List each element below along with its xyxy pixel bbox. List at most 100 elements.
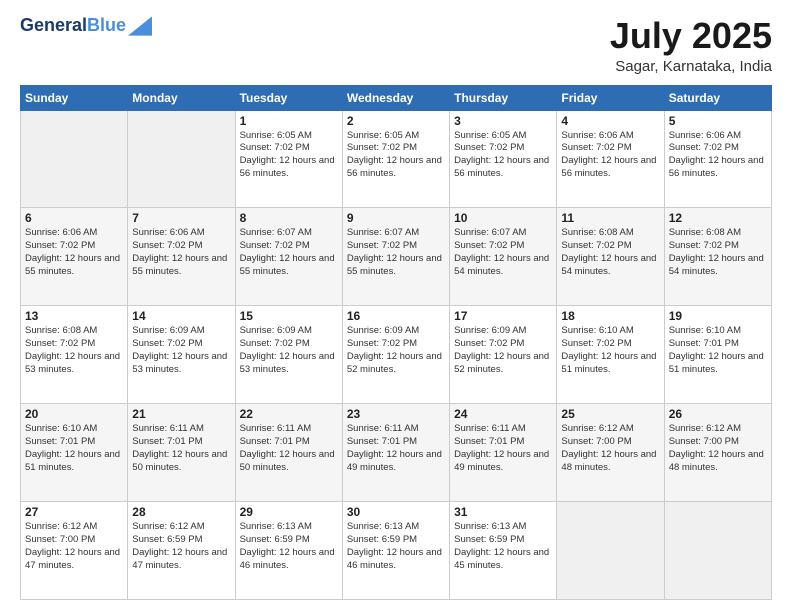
calendar-cell: 14 Sunrise: 6:09 AM Sunset: 7:02 PM Dayli… [128,306,235,404]
day-number: 16 [347,309,445,323]
title-block: July 2025 Sagar, Karnataka, India [610,16,772,75]
calendar-week-row: 20Sunrise: 6:10 AM Sunset: 7:01 PM Dayli… [21,404,772,502]
weekday-header: Saturday [664,85,771,110]
day-number: 5 [669,114,767,128]
page: GeneralBlue July 2025 Sagar, Karnataka, … [0,0,792,612]
calendar-cell: 7 Sunrise: 6:06 AM Sunset: 7:02 PM Daylig… [128,208,235,306]
day-number: 24 [454,407,552,421]
day-number: 25 [561,407,659,421]
weekday-header: Monday [128,85,235,110]
day-info: Sunrise: 6:06 AM Sunset: 7:02 PM Dayligh… [669,130,767,181]
header: GeneralBlue July 2025 Sagar, Karnataka, … [20,16,772,75]
day-number: 6 [25,211,123,225]
logo-text: GeneralBlue [20,16,126,36]
logo-icon [128,16,152,36]
day-info: Sunrise: 6:09 AM Sunset: 7:02 PM Dayligh… [240,325,338,376]
day-number: 17 [454,309,552,323]
calendar-cell: 29 Sunrise: 6:13 AM Sunset: 6:59 PM Dayli… [235,502,342,600]
calendar-header: SundayMondayTuesdayWednesdayThursdayFrid… [21,85,772,110]
day-number: 31 [454,505,552,519]
day-number: 14 [132,309,230,323]
calendar-cell: 15Sunrise: 6:09 AM Sunset: 7:02 PM Dayli… [235,306,342,404]
calendar-cell: 6 Sunrise: 6:06 AM Sunset: 7:02 PM Daylig… [21,208,128,306]
calendar-cell [664,502,771,600]
calendar-cell: 26 Sunrise: 6:12 AM Sunset: 7:00 PM Dayli… [664,404,771,502]
day-info: Sunrise: 6:13 AM Sunset: 6:59 PM Dayligh… [240,521,338,572]
day-info: Sunrise: 6:10 AM Sunset: 7:01 PM Dayligh… [669,325,767,376]
day-info: Sunrise: 6:12 AM Sunset: 7:00 PM Dayligh… [25,521,123,572]
calendar-cell [557,502,664,600]
calendar-cell [21,110,128,208]
day-number: 7 [132,211,230,225]
calendar-cell: 10Sunrise: 6:07 AM Sunset: 7:02 PM Dayli… [450,208,557,306]
day-number: 23 [347,407,445,421]
day-number: 8 [240,211,338,225]
calendar-cell: 19 Sunrise: 6:10 AM Sunset: 7:01 PM Dayli… [664,306,771,404]
day-info: Sunrise: 6:09 AM Sunset: 7:02 PM Dayligh… [347,325,445,376]
calendar-week-row: 27Sunrise: 6:12 AM Sunset: 7:00 PM Dayli… [21,502,772,600]
calendar-cell: 4 Sunrise: 6:06 AM Sunset: 7:02 PM Daylig… [557,110,664,208]
day-info: Sunrise: 6:11 AM Sunset: 7:01 PM Dayligh… [347,423,445,474]
calendar-cell: 9Sunrise: 6:07 AM Sunset: 7:02 PM Daylig… [342,208,449,306]
calendar-cell: 5 Sunrise: 6:06 AM Sunset: 7:02 PM Daylig… [664,110,771,208]
day-info: Sunrise: 6:12 AM Sunset: 7:00 PM Dayligh… [561,423,659,474]
day-info: Sunrise: 6:13 AM Sunset: 6:59 PM Dayligh… [347,521,445,572]
day-info: Sunrise: 6:11 AM Sunset: 7:01 PM Dayligh… [454,423,552,474]
calendar-cell: 17 Sunrise: 6:09 AM Sunset: 7:02 PM Dayli… [450,306,557,404]
day-number: 13 [25,309,123,323]
calendar-cell: 16 Sunrise: 6:09 AM Sunset: 7:02 PM Dayli… [342,306,449,404]
day-number: 18 [561,309,659,323]
day-info: Sunrise: 6:05 AM Sunset: 7:02 PM Dayligh… [347,130,445,181]
day-info: Sunrise: 6:12 AM Sunset: 6:59 PM Dayligh… [132,521,230,572]
day-info: Sunrise: 6:09 AM Sunset: 7:02 PM Dayligh… [132,325,230,376]
calendar-cell: 12Sunrise: 6:08 AM Sunset: 7:02 PM Dayli… [664,208,771,306]
day-number: 10 [454,211,552,225]
day-info: Sunrise: 6:08 AM Sunset: 7:02 PM Dayligh… [561,227,659,278]
calendar-cell: 24 Sunrise: 6:11 AM Sunset: 7:01 PM Dayli… [450,404,557,502]
weekday-header: Sunday [21,85,128,110]
calendar-body: 1 Sunrise: 6:05 AM Sunset: 7:02 PM Daylig… [21,110,772,599]
calendar-cell: 13 Sunrise: 6:08 AM Sunset: 7:02 PM Dayli… [21,306,128,404]
weekday-header: Wednesday [342,85,449,110]
calendar-cell: 25 Sunrise: 6:12 AM Sunset: 7:00 PM Dayli… [557,404,664,502]
calendar-cell: 11 Sunrise: 6:08 AM Sunset: 7:02 PM Dayli… [557,208,664,306]
day-info: Sunrise: 6:06 AM Sunset: 7:02 PM Dayligh… [561,130,659,181]
calendar-week-row: 6 Sunrise: 6:06 AM Sunset: 7:02 PM Daylig… [21,208,772,306]
calendar-week-row: 13 Sunrise: 6:08 AM Sunset: 7:02 PM Dayli… [21,306,772,404]
calendar-cell: 22 Sunrise: 6:11 AM Sunset: 7:01 PM Dayli… [235,404,342,502]
calendar-cell: 30Sunrise: 6:13 AM Sunset: 6:59 PM Dayli… [342,502,449,600]
day-info: Sunrise: 6:06 AM Sunset: 7:02 PM Dayligh… [132,227,230,278]
day-number: 29 [240,505,338,519]
day-number: 11 [561,211,659,225]
calendar-cell: 2Sunrise: 6:05 AM Sunset: 7:02 PM Daylig… [342,110,449,208]
day-number: 19 [669,309,767,323]
day-number: 26 [669,407,767,421]
calendar-cell: 1 Sunrise: 6:05 AM Sunset: 7:02 PM Daylig… [235,110,342,208]
calendar-cell: 20Sunrise: 6:10 AM Sunset: 7:01 PM Dayli… [21,404,128,502]
calendar-week-row: 1 Sunrise: 6:05 AM Sunset: 7:02 PM Daylig… [21,110,772,208]
weekday-row: SundayMondayTuesdayWednesdayThursdayFrid… [21,85,772,110]
day-info: Sunrise: 6:11 AM Sunset: 7:01 PM Dayligh… [132,423,230,474]
day-number: 20 [25,407,123,421]
calendar-cell: 23 Sunrise: 6:11 AM Sunset: 7:01 PM Dayli… [342,404,449,502]
day-number: 12 [669,211,767,225]
day-number: 21 [132,407,230,421]
day-number: 3 [454,114,552,128]
weekday-header: Thursday [450,85,557,110]
day-info: Sunrise: 6:13 AM Sunset: 6:59 PM Dayligh… [454,521,552,572]
day-info: Sunrise: 6:09 AM Sunset: 7:02 PM Dayligh… [454,325,552,376]
day-info: Sunrise: 6:05 AM Sunset: 7:02 PM Dayligh… [240,130,338,181]
day-number: 4 [561,114,659,128]
day-number: 22 [240,407,338,421]
day-info: Sunrise: 6:12 AM Sunset: 7:00 PM Dayligh… [669,423,767,474]
weekday-header: Tuesday [235,85,342,110]
day-info: Sunrise: 6:05 AM Sunset: 7:02 PM Dayligh… [454,130,552,181]
calendar-cell: 18 Sunrise: 6:10 AM Sunset: 7:02 PM Dayli… [557,306,664,404]
day-number: 9 [347,211,445,225]
day-info: Sunrise: 6:10 AM Sunset: 7:02 PM Dayligh… [561,325,659,376]
day-info: Sunrise: 6:07 AM Sunset: 7:02 PM Dayligh… [240,227,338,278]
day-info: Sunrise: 6:06 AM Sunset: 7:02 PM Dayligh… [25,227,123,278]
day-info: Sunrise: 6:11 AM Sunset: 7:01 PM Dayligh… [240,423,338,474]
day-number: 1 [240,114,338,128]
day-info: Sunrise: 6:08 AM Sunset: 7:02 PM Dayligh… [25,325,123,376]
